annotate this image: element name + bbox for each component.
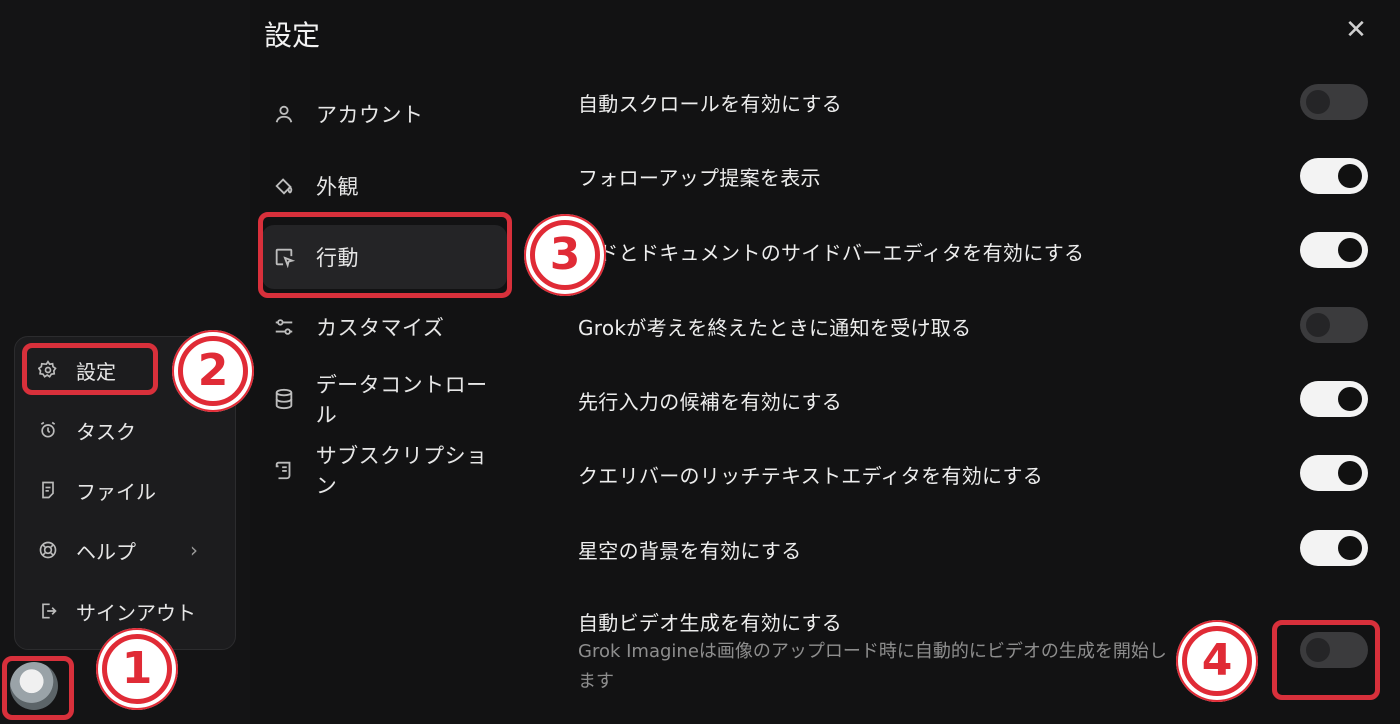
step-badge-4: 4 xyxy=(1176,620,1258,702)
menu-item-files[interactable]: ファイル xyxy=(22,468,222,512)
step-badge-number: 4 xyxy=(1182,626,1252,696)
toggle-follow-up-suggestions[interactable] xyxy=(1300,158,1368,194)
nav-item-label: アカウント xyxy=(316,103,424,127)
step-badge-number: 1 xyxy=(102,634,172,704)
sign-out-icon xyxy=(36,599,60,623)
nav-item-customize[interactable]: カスタマイズ xyxy=(262,295,507,359)
step-badge-number: 2 xyxy=(178,336,248,406)
toggle-auto-video[interactable] xyxy=(1300,632,1368,668)
toggle-starry-background[interactable] xyxy=(1300,530,1368,566)
menu-item-label: 設定 xyxy=(76,359,116,384)
toggle-knob xyxy=(1338,238,1362,262)
chevron-right-icon: › xyxy=(190,538,198,562)
toggle-rich-text-editor[interactable] xyxy=(1300,455,1368,491)
nav-item-label: 行動 xyxy=(316,246,359,270)
avatar[interactable] xyxy=(10,662,58,710)
file-icon xyxy=(36,478,60,502)
sliders-icon xyxy=(270,313,298,341)
menu-item-sign-out[interactable]: サインアウト xyxy=(22,589,222,633)
nav-item-label: データコントロール xyxy=(315,373,488,427)
menu-item-tasks[interactable]: タスク xyxy=(22,408,222,452)
nav-item-appearance[interactable]: 外観 xyxy=(262,154,507,218)
nav-item-label: 外観 xyxy=(316,175,359,199)
toggle-knob xyxy=(1338,164,1362,188)
scroll-icon xyxy=(270,456,298,484)
setting-label: クエリバーのリッチテキストエディタを有効にする xyxy=(578,464,1044,488)
alarm-icon xyxy=(36,418,60,442)
setting-label: 自動スクロールを有効にする xyxy=(578,92,843,116)
menu-item-label: タスク xyxy=(76,419,136,444)
user-icon xyxy=(270,100,298,128)
toggle-notify-on-finish[interactable] xyxy=(1300,307,1368,343)
nav-item-label: サブスクリプション xyxy=(315,444,488,498)
cursor-box-icon xyxy=(270,243,298,271)
toggle-auto-scroll[interactable] xyxy=(1300,84,1368,120)
close-button[interactable]: ✕ xyxy=(1340,14,1372,46)
step-badge-2: 2 xyxy=(172,330,254,412)
setting-label: 自動ビデオ生成を有効にする xyxy=(578,611,843,635)
step-badge-1: 1 xyxy=(96,628,178,710)
lifebuoy-icon xyxy=(36,538,60,562)
setting-label: Grokが考えを終えたときに通知を受け取る xyxy=(578,316,972,340)
toggle-knob xyxy=(1338,536,1362,560)
toggle-knob xyxy=(1306,638,1330,662)
menu-item-help[interactable]: ヘルプ › xyxy=(22,528,222,572)
toggle-knob xyxy=(1306,90,1330,114)
nav-item-data-controls[interactable]: データコントロール xyxy=(262,367,507,431)
database-icon xyxy=(270,385,298,413)
toggle-typeahead[interactable] xyxy=(1300,381,1368,417)
nav-item-account[interactable]: アカウント xyxy=(262,82,507,146)
toggle-knob xyxy=(1306,313,1330,337)
toggle-knob xyxy=(1338,461,1362,485)
toggle-knob xyxy=(1338,387,1362,411)
setting-description: Grok Imagineは画像のアップロード時に自動的にビデオの生成を開始します xyxy=(578,641,1167,692)
menu-item-label: ヘルプ xyxy=(76,539,136,564)
setting-label: 星空の背景を有効にする xyxy=(578,539,802,563)
nav-item-subscription[interactable]: サブスクリプション xyxy=(262,438,507,502)
paint-bucket-icon xyxy=(270,172,298,200)
gear-icon xyxy=(36,358,60,382)
setting-label: フォローアップ提案を表示 xyxy=(578,166,821,190)
menu-item-label: サインアウト xyxy=(76,600,196,625)
toggle-sidebar-editor[interactable] xyxy=(1300,232,1368,268)
setting-label: ードとドキュメントのサイドバーエディタを有効にする xyxy=(578,241,1085,265)
menu-item-label: ファイル xyxy=(76,479,156,504)
page-title: 設定 xyxy=(264,19,321,52)
nav-item-label: カスタマイズ xyxy=(316,316,445,340)
setting-label: 先行入力の候補を有効にする xyxy=(578,390,843,414)
step-badge-number: 3 xyxy=(530,220,600,290)
step-badge-3: 3 xyxy=(524,214,606,296)
close-icon: ✕ xyxy=(1345,15,1367,45)
nav-item-behavior[interactable]: 行動 xyxy=(262,225,507,289)
